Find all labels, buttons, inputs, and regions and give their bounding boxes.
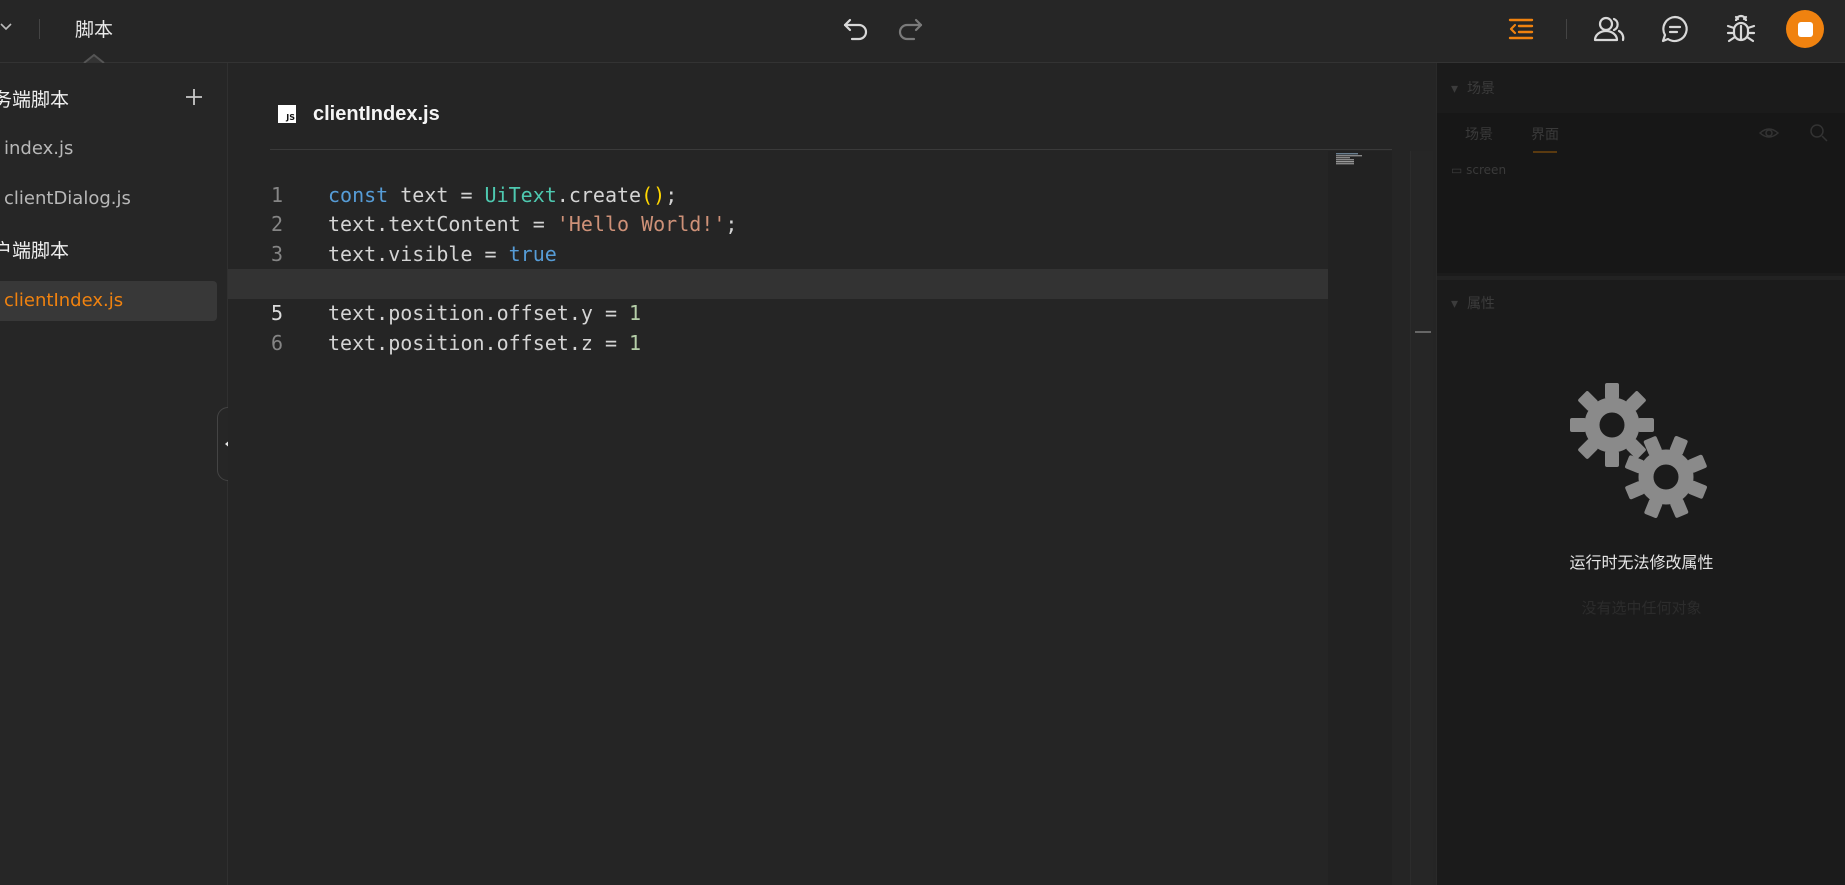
stop-icon <box>1797 21 1813 37</box>
top-toolbar: 脚本 <box>0 0 1845 63</box>
no-selection-message: 没有选中任何对象 <box>1581 599 1702 617</box>
toolbar-divider <box>1566 19 1567 39</box>
code-editor: JS clientIndex.js 1 const text = UiText.c… <box>228 63 1436 885</box>
code-line-active: 5 text.position.offset.y = 1 <box>228 269 1328 325</box>
eye-icon[interactable] <box>1759 123 1779 143</box>
script-item-index[interactable]: index.js <box>0 129 217 169</box>
tab-indicator <box>83 53 105 63</box>
tree-node-screen[interactable]: ▭ screen <box>1451 163 1506 177</box>
comment-icon <box>1661 15 1688 43</box>
server-scripts-group[interactable]: 务端脚本 <box>0 85 69 112</box>
outline-icon <box>1508 18 1534 40</box>
properties-section-header[interactable]: ▾ 属性 <box>1451 293 1495 313</box>
bug-icon <box>1726 14 1756 43</box>
page-title: 脚本 <box>75 19 114 41</box>
debug-button[interactable] <box>1722 11 1760 47</box>
tab-ui[interactable]: 界面 <box>1531 124 1559 144</box>
collaborators-button[interactable] <box>1590 11 1628 47</box>
code-line: 1 const text = UiText.create(); <box>228 151 1328 207</box>
scene-section-label: 场景 <box>1466 81 1495 97</box>
users-icon <box>1593 16 1625 42</box>
redo-button[interactable] <box>892 12 928 46</box>
script-sidebar: 务端脚本 index.js clientDialog.js 户端脚本 clien… <box>0 63 228 885</box>
outline-toggle-button[interactable] <box>1502 11 1540 47</box>
code-line: 4text.position.offset.x = 1 <box>228 240 1328 295</box>
editor-tab-label: clientIndex.js <box>313 102 440 125</box>
redo-icon <box>898 18 923 41</box>
undo-button[interactable] <box>838 12 874 46</box>
code-line: 3 text.visible = true <box>228 210 1328 266</box>
scrollbar-thumb[interactable] <box>1415 331 1431 333</box>
js-file-icon: JS <box>278 105 296 123</box>
tree-node-label: screen <box>1466 163 1507 177</box>
comment-button[interactable] <box>1656 11 1694 47</box>
scene-section-header[interactable]: ▾ 场景 <box>1451 78 1495 98</box>
chevron-down-icon[interactable] <box>0 16 14 38</box>
gears-icon <box>1570 383 1707 518</box>
scene-tree: ▭ screen <box>1437 153 1845 273</box>
editor-tab[interactable]: JS clientIndex.js <box>278 99 440 129</box>
add-script-icon[interactable] <box>184 87 204 107</box>
toolbar-divider <box>39 19 40 39</box>
code-line: 2 text.textContent = 'Hello World!'; <box>228 181 1328 236</box>
undo-icon <box>843 18 868 41</box>
properties-section-label: 属性 <box>1466 296 1495 312</box>
editor-divider <box>270 149 1392 150</box>
scene-tabs: 场景 界面 <box>1437 113 1845 153</box>
tab-scene[interactable]: 场景 <box>1465 124 1493 144</box>
line-number: 6 <box>270 330 284 355</box>
inspector-panel: ▾ 场景 场景 界面 ▭ screen ▾ 属性 运行时无法修改属性 没有选中任… <box>1436 63 1845 885</box>
panel-splitter[interactable] <box>1437 276 1845 280</box>
runtime-readonly-message: 运行时无法修改属性 <box>1569 553 1714 572</box>
code-line: 6 text.position.offset.z = 1 <box>228 299 1328 355</box>
script-item-client-index[interactable]: clientIndex.js <box>0 281 217 321</box>
minimap-preview <box>1336 153 1362 165</box>
editor-scrollbar[interactable] <box>1410 151 1433 885</box>
code-area[interactable]: 1 const text = UiText.create(); 2 text.tex… <box>228 151 1328 355</box>
code-text: text.position.offset.z = 1 <box>328 330 642 355</box>
script-item-client-dialog[interactable]: clientDialog.js <box>0 179 217 219</box>
stop-run-button[interactable] <box>1786 10 1824 48</box>
code-minimap[interactable] <box>1328 151 1392 885</box>
search-icon[interactable] <box>1809 123 1829 143</box>
client-scripts-group[interactable]: 户端脚本 <box>0 236 69 263</box>
